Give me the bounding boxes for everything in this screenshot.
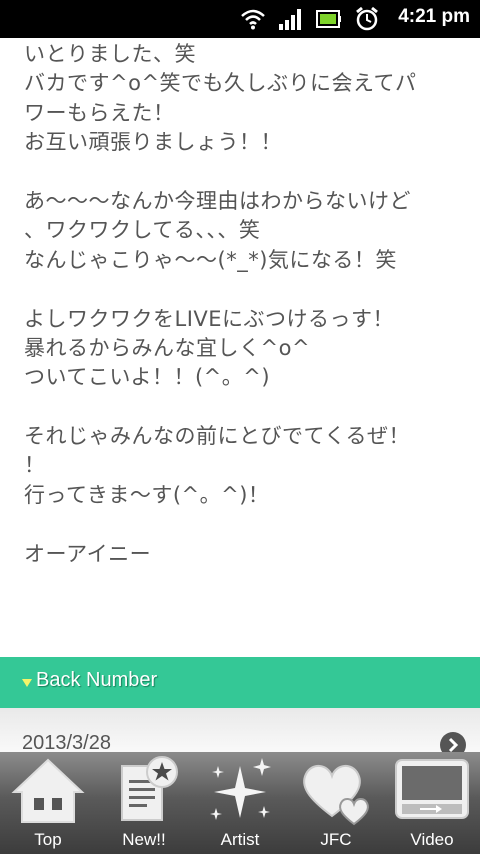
post-line: 、ワクワクしてる、、、笑 (24, 218, 261, 243)
tab-artist-label: Artist (220, 830, 260, 849)
post-line: ワーもらえた！ (24, 100, 175, 125)
post-line: あ～～～なんか今理由はわからないけど (24, 188, 411, 213)
post-line: ！ (24, 453, 46, 478)
tab-top[interactable]: Top (0, 752, 96, 854)
status-time: 4:21 pm (398, 6, 470, 27)
signal-icon (279, 9, 301, 30)
post-line: お互い頑張りましょう！！ (24, 130, 282, 155)
tab-jfc-label: JFC (320, 830, 352, 849)
triangle-down-icon (22, 679, 32, 687)
tab-new[interactable]: New!! (96, 752, 192, 854)
tab-video[interactable]: Video (384, 752, 480, 854)
post-line: なんじゃこりゃ～～(*_*)気になる！笑 (24, 247, 397, 272)
sparkle-icon (210, 758, 271, 820)
post-line: バカです^o^笑でも久しぶりに会えてパ (24, 71, 417, 96)
tab-bar: Top New!! Artist JFC Video (0, 752, 480, 854)
post-body: いとりました、笑バカです^o^笑でも久しぶりに会えてパ ワーもらえた！ お互い頑張り… (24, 40, 474, 569)
post-line (24, 275, 474, 304)
wifi-icon (241, 9, 265, 30)
post-line (24, 510, 474, 539)
alarm-icon (356, 6, 378, 31)
status-bar: 4:21 pm (0, 0, 480, 38)
hearts-icon (303, 765, 369, 826)
tab-video-label: Video (410, 830, 454, 849)
back-number-header: Back Number (0, 657, 480, 708)
battery-icon (316, 10, 341, 28)
post-line: ついてこいよ！！(^。^) (24, 365, 271, 390)
post-line: それじゃみんなの前にとびでてくるぜ！ (24, 424, 410, 449)
document-star-icon (121, 756, 178, 821)
post-line: 暴れるからみんな宜しく^o^ (24, 335, 311, 360)
post-line: いとりました、笑 (24, 42, 196, 66)
tab-top-label: Top (34, 830, 62, 849)
post-line: 行ってきま～す(^。^)！ (24, 482, 270, 507)
back-number-label: Back Number (36, 669, 158, 691)
tab-artist[interactable]: Artist (192, 752, 288, 854)
tab-new-label: New!! (122, 830, 166, 849)
video-player-icon (395, 759, 469, 819)
post-line: オーアイニー (24, 541, 152, 566)
tab-jfc[interactable]: JFC (288, 752, 384, 854)
post-line (24, 158, 474, 187)
home-icon (11, 758, 85, 823)
post-line (24, 393, 474, 422)
post-line: よしワクワクをLIVEにぶつけるっす！ (24, 306, 395, 331)
